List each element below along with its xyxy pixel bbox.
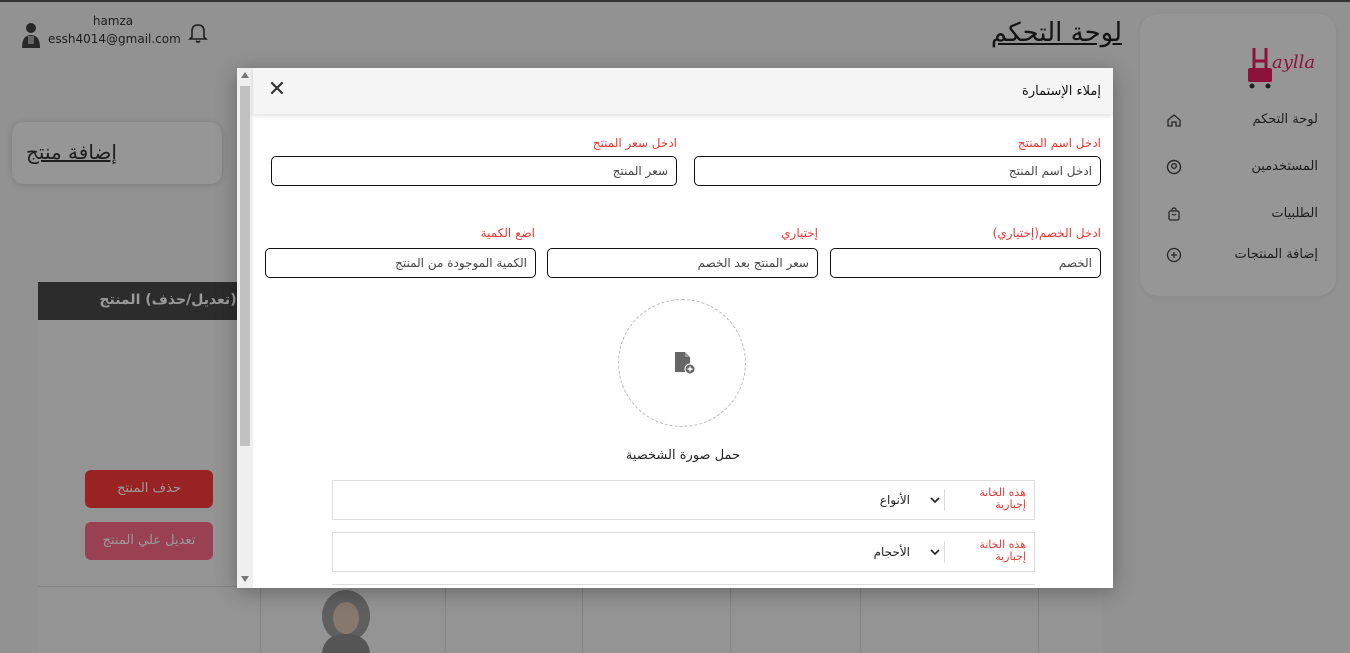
file-add-icon [675, 352, 696, 375]
next-select-edge [332, 584, 1035, 588]
scroll-down-arrow-icon[interactable] [241, 576, 249, 582]
form-modal: ✕ إملاء الإستمارة ادخل اسم المنتج ادخل س… [237, 68, 1113, 588]
price-after-discount-label: إختياري [781, 226, 818, 240]
upload-label: حمل صورة الشخصية [625, 448, 741, 463]
product-price-input[interactable] [271, 156, 677, 186]
app-root: hamza essh4014@gmail.com لوحة التحكم ayl… [0, 0, 1350, 653]
quantity-input[interactable] [265, 248, 536, 278]
required-field-hint: هذه الخانة إجبارية [979, 538, 1026, 563]
scrollbar-thumb[interactable] [240, 86, 250, 446]
close-icon[interactable]: ✕ [265, 78, 289, 102]
category-select-value: الأنواع [879, 493, 910, 507]
category-select[interactable]: هذه الخانة إجبارية الأنواع [332, 480, 1035, 520]
modal-title: إملاء الإستمارة [1022, 84, 1101, 99]
quantity-label: اضع الكمية [480, 226, 535, 240]
required-field-hint: هذه الخانة إجبارية [979, 486, 1026, 511]
product-name-input[interactable] [694, 156, 1101, 186]
modal-scrollbar[interactable] [237, 68, 253, 588]
chevron-down-icon[interactable] [928, 545, 942, 559]
price-after-discount-input[interactable] [547, 248, 818, 278]
select-divider [944, 541, 945, 563]
discount-input[interactable] [830, 248, 1101, 278]
modal-header: ✕ إملاء الإستمارة [253, 68, 1113, 114]
chevron-down-icon[interactable] [928, 493, 942, 507]
size-select-value: الأحجام [873, 545, 910, 559]
scroll-up-arrow-icon[interactable] [241, 72, 249, 78]
image-upload-dropzone[interactable] [618, 299, 746, 427]
discount-label: ادخل الخصم(إختياري) [992, 226, 1101, 240]
product-price-label: ادخل سعر المنتج [592, 136, 677, 150]
select-divider [944, 489, 945, 511]
product-name-label: ادخل اسم المنتج [1017, 136, 1101, 150]
size-select[interactable]: هذه الخانة إجبارية الأحجام [332, 532, 1035, 572]
